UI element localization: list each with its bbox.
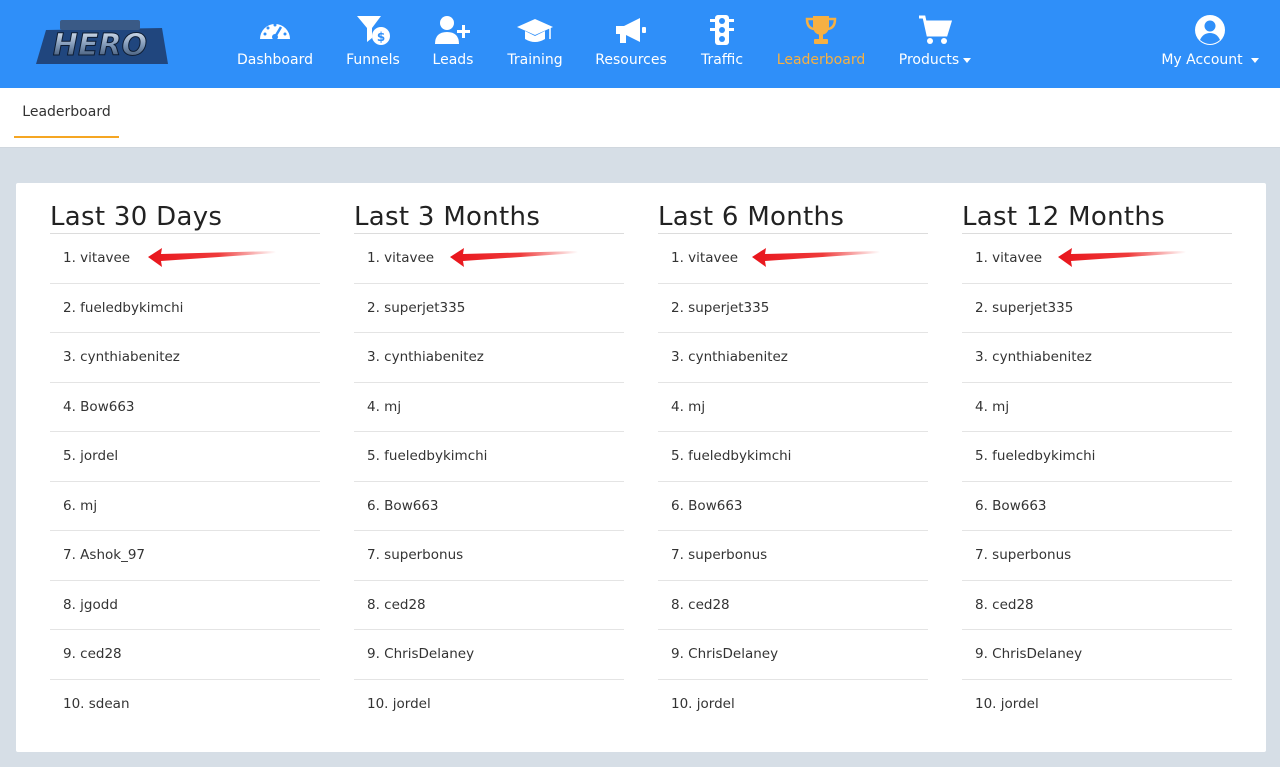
nav-label: Products xyxy=(898,52,972,68)
nav-leads[interactable]: Leads xyxy=(430,14,476,74)
list-item: 4. mj xyxy=(962,383,1232,432)
list-item: 10. sdean xyxy=(63,695,130,712)
tab-leaderboard[interactable]: Leaderboard xyxy=(14,88,119,138)
trophy-icon xyxy=(801,14,841,46)
nav-label: Resources xyxy=(595,52,667,68)
list-item: 10. jordel xyxy=(367,695,431,712)
leaderboard-card: Last 30 Days 1. vitavee 2. fueledbykimch… xyxy=(16,183,1266,752)
red-arrow-icon xyxy=(752,248,880,267)
list-item: 2. superjet335 xyxy=(962,284,1232,333)
leaderboard-last-12-months: Last 12 Months 1. vitavee 2. superjet335… xyxy=(962,201,1232,728)
my-account-menu[interactable]: My Account xyxy=(1160,14,1260,74)
chevron-down-icon xyxy=(1250,57,1259,63)
column-title: Last 12 Months xyxy=(962,202,1166,232)
list-item: 8. ced28 xyxy=(962,581,1232,630)
list-item: 2. superjet335 xyxy=(658,284,928,333)
list-item: 10. jordel xyxy=(975,695,1039,712)
list-item: 5. fueledbykimchi xyxy=(354,432,624,482)
column-title: Last 3 Months xyxy=(354,202,541,232)
nav-label: Training xyxy=(507,52,563,68)
list-item: 3. cynthiabenitez xyxy=(354,333,624,383)
red-arrow-icon xyxy=(450,248,578,267)
list-item: 6. Bow663 xyxy=(658,482,928,531)
nav-resources[interactable]: Resources xyxy=(594,14,668,74)
list-item: 2. superjet335 xyxy=(354,284,624,333)
rank-list: 1. vitavee 2. superjet335 3. cynthiabeni… xyxy=(658,234,928,728)
list-item: 7. superbonus xyxy=(354,531,624,581)
svg-text:HERO: HERO xyxy=(53,28,147,63)
nav-label: Leaderboard xyxy=(776,52,866,68)
svg-text:$: $ xyxy=(377,30,385,44)
user-plus-icon xyxy=(433,14,473,46)
list-item: 6. mj xyxy=(50,482,320,531)
list-item: 2. fueledbykimchi xyxy=(50,284,320,333)
nav-dashboard[interactable]: Dashboard xyxy=(236,14,314,74)
nav-label: My Account xyxy=(1161,52,1259,68)
list-item: 8. jgodd xyxy=(50,581,320,630)
list-item: 6. Bow663 xyxy=(962,482,1232,531)
nav-products[interactable]: Products xyxy=(896,14,974,74)
nav-label: Dashboard xyxy=(237,52,313,68)
list-item: 3. cynthiabenitez xyxy=(50,333,320,383)
list-item: 3. cynthiabenitez xyxy=(962,333,1232,383)
nav-funnels[interactable]: $ Funnels xyxy=(344,14,402,74)
graduation-cap-icon xyxy=(515,14,555,46)
chevron-down-icon xyxy=(963,57,972,63)
red-arrow-icon xyxy=(1058,248,1186,267)
speedometer-icon xyxy=(255,14,295,46)
list-item: 5. fueledbykimchi xyxy=(962,432,1232,482)
cart-icon xyxy=(915,14,955,46)
list-item: 9. ced28 xyxy=(50,630,320,680)
list-item: 9. ChrisDelaney xyxy=(962,630,1232,680)
list-item: 4. mj xyxy=(354,383,624,432)
list-item: 8. ced28 xyxy=(354,581,624,630)
list-item: 4. Bow663 xyxy=(50,383,320,432)
list-item: 8. ced28 xyxy=(658,581,928,630)
list-item: 4. mj xyxy=(658,383,928,432)
funnel-dollar-icon: $ xyxy=(353,14,393,46)
nav-leaderboard[interactable]: Leaderboard xyxy=(776,14,866,74)
list-item: 6. Bow663 xyxy=(354,482,624,531)
red-arrow-icon xyxy=(148,248,276,267)
column-title: Last 6 Months xyxy=(658,202,845,232)
nav-training[interactable]: Training xyxy=(506,14,564,74)
list-item: 7. superbonus xyxy=(658,531,928,581)
leaderboard-last-6-months: Last 6 Months 1. vitavee 2. superjet335 … xyxy=(658,201,928,728)
account-label: My Account xyxy=(1161,52,1243,68)
megaphone-icon xyxy=(611,14,651,46)
breadcrumb-tabbar: Leaderboard xyxy=(0,88,1280,148)
list-item: 7. Ashok_97 xyxy=(50,531,320,581)
traffic-light-icon xyxy=(702,14,742,46)
nav-label: Funnels xyxy=(346,52,400,68)
list-item: 5. jordel xyxy=(50,432,320,482)
rank-list: 1. vitavee 2. fueledbykimchi 3. cynthiab… xyxy=(50,234,320,728)
leaderboard-last-3-months: Last 3 Months 1. vitavee 2. superjet335 … xyxy=(354,201,624,728)
list-item: 7. superbonus xyxy=(962,531,1232,581)
user-circle-icon xyxy=(1190,14,1230,46)
nav-traffic[interactable]: Traffic xyxy=(698,14,746,74)
nav-label: Traffic xyxy=(700,52,744,68)
list-item: 3. cynthiabenitez xyxy=(658,333,928,383)
hero-logo[interactable]: HERO xyxy=(30,14,170,68)
list-item: 5. fueledbykimchi xyxy=(658,432,928,482)
leaderboard-last-30-days: Last 30 Days 1. vitavee 2. fueledbykimch… xyxy=(50,201,320,728)
rank-list: 1. vitavee 2. superjet335 3. cynthiabeni… xyxy=(354,234,624,728)
list-item: 10. jordel xyxy=(671,695,735,712)
top-navbar: HERO Dashboard $ Funnels Leads Training … xyxy=(0,0,1280,88)
rank-list: 1. vitavee 2. superjet335 3. cynthiabeni… xyxy=(962,234,1232,728)
nav-label: Leads xyxy=(432,52,474,68)
products-label: Products xyxy=(898,52,960,68)
column-title: Last 30 Days xyxy=(50,202,223,232)
list-item: 9. ChrisDelaney xyxy=(354,630,624,680)
list-item: 9. ChrisDelaney xyxy=(658,630,928,680)
